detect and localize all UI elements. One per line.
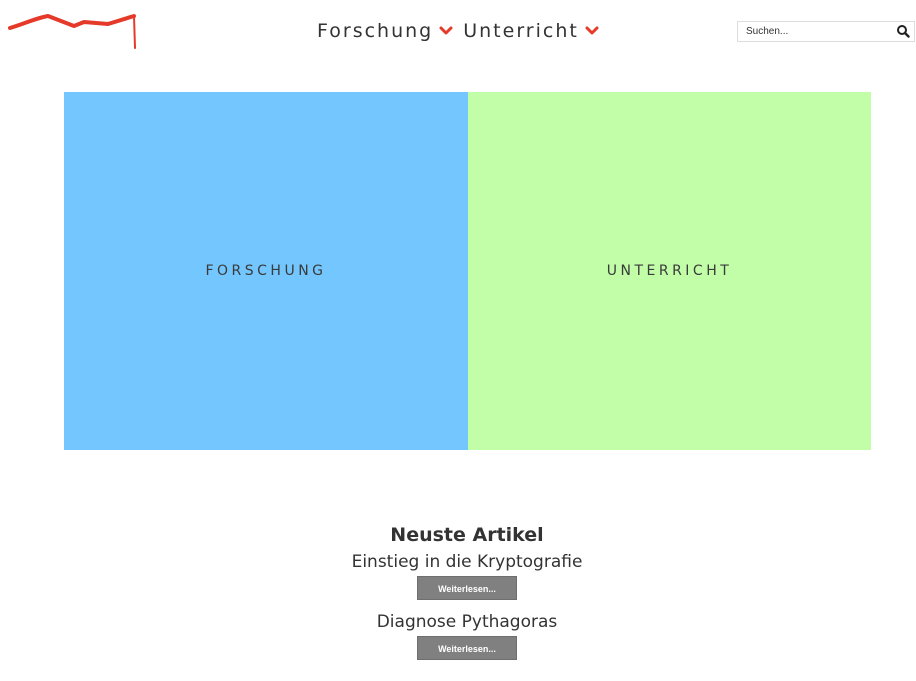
- nav-item-label: Forschung: [317, 20, 434, 42]
- tile-unterricht[interactable]: UNTERRICHT: [468, 92, 871, 450]
- chevron-down-icon: [585, 26, 599, 35]
- logo[interactable]: [4, 10, 138, 50]
- search-icon[interactable]: [896, 24, 910, 38]
- tile-forschung[interactable]: FORSCHUNG: [64, 92, 468, 450]
- read-more-button[interactable]: Weiterlesen...: [417, 576, 517, 600]
- search-box: [737, 21, 915, 42]
- nav-item-label: Unterricht: [463, 20, 579, 42]
- chevron-down-icon: [439, 26, 453, 35]
- article-item: Einstieg in die Kryptografie Weiterlesen…: [0, 550, 916, 600]
- site-header: Forschung Unterricht: [0, 0, 916, 70]
- read-more-button[interactable]: Weiterlesen...: [417, 636, 517, 660]
- latest-articles: Neuste Artikel Einstieg in die Kryptogra…: [0, 520, 916, 660]
- article-title[interactable]: Diagnose Pythagoras: [377, 610, 558, 634]
- nav-item-forschung[interactable]: Forschung: [317, 20, 453, 42]
- nav-item-unterricht[interactable]: Unterricht: [463, 20, 599, 42]
- tile-label: FORSCHUNG: [205, 263, 327, 279]
- section-heading: Neuste Artikel: [390, 524, 544, 546]
- article-item: Diagnose Pythagoras Weiterlesen...: [0, 610, 916, 660]
- tile-label: UNTERRICHT: [606, 263, 733, 279]
- main-nav: Forschung Unterricht: [317, 20, 609, 42]
- search-input[interactable]: [738, 22, 904, 41]
- category-tiles: FORSCHUNG UNTERRICHT: [64, 92, 871, 450]
- article-title[interactable]: Einstieg in die Kryptografie: [352, 550, 583, 574]
